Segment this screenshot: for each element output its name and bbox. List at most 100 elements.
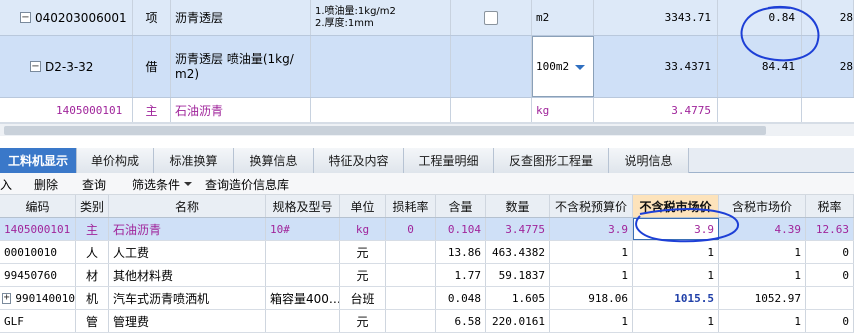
tab-unit-price[interactable]: 单价构成 (77, 148, 154, 173)
table-row[interactable]: GLF 管 管理费 元 6.58 220.0161 1 1 1 0 (0, 310, 854, 333)
row-tax-rate: 12.63 (806, 218, 854, 240)
row-name: 其他材料费 (109, 264, 266, 286)
unit-dropdown[interactable]: 100m2 (532, 36, 594, 97)
row-tax-market-price: 1 (719, 241, 806, 263)
row-quantity: 463.4382 (486, 241, 550, 263)
row-budget-price: 918.06 (550, 287, 633, 309)
row-unit: 元 (340, 241, 386, 263)
row-quantity: 1.605 (486, 287, 550, 309)
tab-labor-material[interactable]: 工料机显示 (0, 148, 77, 173)
delete-button[interactable]: 删除 (34, 173, 58, 195)
tab-description[interactable]: 说明信息 (609, 148, 689, 173)
header-tax-market-price[interactable]: 含税市场价 (719, 195, 806, 217)
header-code[interactable]: 编码 (0, 195, 76, 217)
chevron-down-icon[interactable] (575, 65, 585, 70)
row-category: 材 (76, 264, 109, 286)
row-code: 990140010 (15, 291, 75, 305)
market-price-input[interactable]: 3.9 (633, 218, 719, 240)
header-name[interactable]: 名称 (109, 195, 266, 217)
header-quantity[interactable]: 数量 (486, 195, 550, 217)
row-name: 管理费 (109, 310, 266, 332)
scrollbar-thumb[interactable] (4, 126, 766, 135)
row-unit: kg (340, 218, 386, 240)
quota-code: D2-3-32 (45, 59, 94, 74)
filter-label: 筛选条件 (132, 177, 181, 192)
row-budget-price: 1 (550, 264, 633, 286)
row-tax-market-price: 4.39 (719, 218, 806, 240)
header-unit[interactable]: 单位 (340, 195, 386, 217)
material-feature (311, 98, 451, 122)
row-unit: 台班 (340, 287, 386, 309)
material-code: 1405000101 (0, 98, 133, 122)
expand-icon[interactable]: + (2, 292, 12, 304)
grid-header: 编码 类别 名称 规格及型号 单位 损耗率 含量 数量 不含税预算价 不含税市场… (0, 195, 854, 218)
table-row[interactable]: 99450760 材 其他材料费 元 1.77 59.1837 1 1 1 0 (0, 264, 854, 287)
row-quantity: 3.4775 (486, 218, 550, 240)
material-type: 主 (133, 98, 171, 122)
row-quantity: 220.0161 (486, 310, 550, 332)
insert-button[interactable]: 入 (0, 173, 12, 195)
row-tax-market-price: 1052.97 (719, 287, 806, 309)
row-tax-rate (806, 287, 854, 309)
row-content: 0.104 (436, 218, 486, 240)
header-category[interactable]: 类别 (76, 195, 109, 217)
filter-button[interactable]: 筛选条件 (132, 173, 193, 195)
row-category: 管 (76, 310, 109, 332)
row-code: 99450760 (0, 264, 76, 286)
table-row[interactable]: + 990140010 机 汽车式沥青喷洒机 箱容量400… 台班 0.048 … (0, 287, 854, 310)
unit-dropdown-value: 100m2 (536, 60, 570, 73)
material-unit: kg (532, 98, 594, 122)
detail-tab-bar: 工料机显示 单价构成 标准换算 换算信息 特征及内容 工程量明细 反查图形工程量… (0, 148, 854, 173)
row-market-price[interactable]: 1 (633, 264, 719, 286)
item-checkbox[interactable] (484, 10, 498, 25)
tab-quantity-detail[interactable]: 工程量明细 (404, 148, 494, 173)
tab-features[interactable]: 特征及内容 (314, 148, 404, 173)
tab-standard-conversion[interactable]: 标准换算 (154, 148, 234, 173)
row-unit: 元 (340, 264, 386, 286)
header-market-price[interactable]: 不含税市场价 (633, 195, 719, 217)
collapse-icon[interactable]: − (30, 61, 41, 72)
material-blank (451, 98, 532, 122)
header-spec[interactable]: 规格及型号 (266, 195, 340, 217)
table-row[interactable]: 00010010 人 人工费 元 13.86 463.4382 1 1 1 0 (0, 241, 854, 264)
item-row[interactable]: − 040203006001 项 沥青透层 1.喷油量:1kg/m2 2.厚度:… (0, 0, 854, 36)
row-tax-market-price: 1 (719, 264, 806, 286)
row-market-price[interactable]: 1 (633, 241, 719, 263)
row-quantity: 59.1837 (486, 264, 550, 286)
row-code: 00010010 (0, 241, 76, 263)
table-row[interactable]: 1405000101 主 石油沥青 10# kg 0 0.104 3.4775 … (0, 218, 854, 241)
row-code: 1405000101 (0, 218, 76, 240)
row-budget-price: 1 (550, 241, 633, 263)
quota-name: 沥青透层 喷油量(1kg/ m2) (171, 36, 311, 97)
tab-reverse-lookup[interactable]: 反查图形工程量 (494, 148, 609, 173)
row-market-price[interactable]: 1015.5 (633, 287, 719, 309)
row-content: 6.58 (436, 310, 486, 332)
query-button[interactable]: 查询 (82, 173, 106, 195)
item-code-cell: − 040203006001 (0, 0, 133, 35)
collapse-icon[interactable]: − (20, 12, 31, 23)
material-row[interactable]: 1405000101 主 石油沥青 kg 3.4775 (0, 98, 854, 123)
cost-info-button[interactable]: 查询造价信息库 (205, 173, 289, 195)
row-content: 13.86 (436, 241, 486, 263)
quota-name-line: m2) (175, 66, 200, 81)
item-code: 040203006001 (35, 10, 127, 25)
header-tax-rate[interactable]: 税率 (806, 195, 854, 217)
quota-code-cell: − D2-3-32 (0, 36, 133, 97)
row-loss-rate (386, 241, 436, 263)
chevron-down-icon (184, 182, 193, 186)
row-name: 人工费 (109, 241, 266, 263)
row-spec (266, 264, 340, 286)
header-loss-rate[interactable]: 损耗率 (386, 195, 436, 217)
quota-type: 借 (133, 36, 171, 97)
header-budget-price[interactable]: 不含税预算价 (550, 195, 633, 217)
row-category: 主 (76, 218, 109, 240)
row-name: 汽车式沥青喷洒机 (109, 287, 266, 309)
row-tax-rate: 0 (806, 310, 854, 332)
row-market-price[interactable]: 1 (633, 310, 719, 332)
toolbar: 入 删除 查询 筛选条件 查询造价信息库 (0, 173, 854, 195)
tab-conversion-info[interactable]: 换算信息 (234, 148, 314, 173)
header-content[interactable]: 含量 (436, 195, 486, 217)
quota-row[interactable]: − D2-3-32 借 沥青透层 喷油量(1kg/ m2) 100m2 33.4… (0, 36, 854, 98)
horizontal-scrollbar[interactable] (0, 123, 854, 136)
row-spec (266, 310, 340, 332)
